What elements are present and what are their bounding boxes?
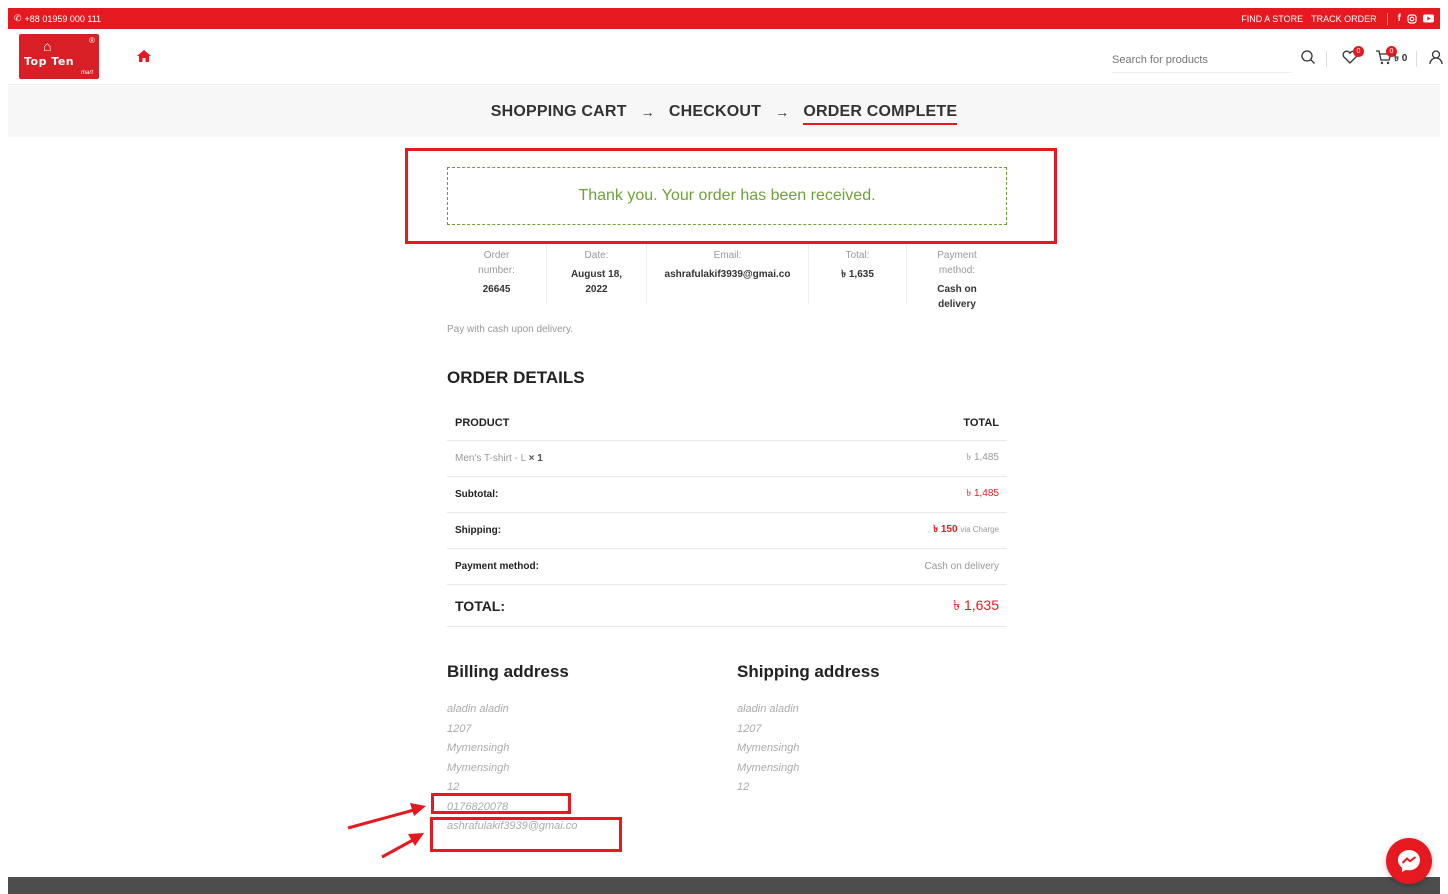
messenger-chat-button[interactable] bbox=[1386, 838, 1432, 884]
messenger-icon bbox=[1398, 850, 1420, 872]
site-footer bbox=[8, 877, 1440, 894]
annotation-arrows bbox=[347, 803, 426, 859]
